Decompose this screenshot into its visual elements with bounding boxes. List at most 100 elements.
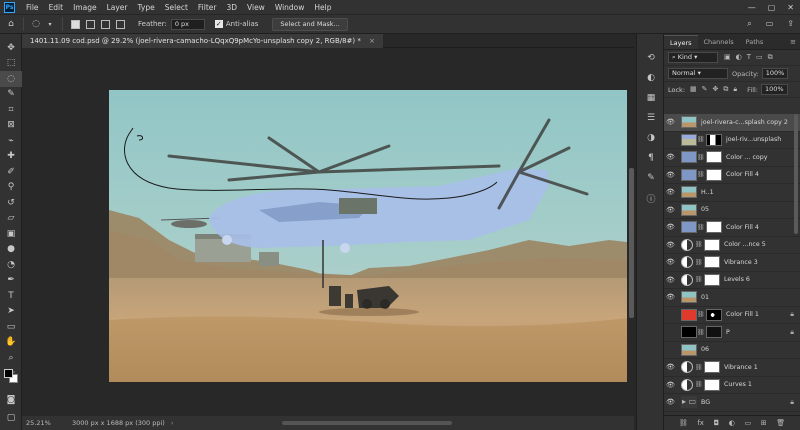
menu-view[interactable]: View — [242, 3, 270, 12]
frame-tool-icon[interactable]: ⊠ — [0, 118, 22, 134]
subtract-from-selection-icon[interactable] — [101, 19, 110, 29]
layer-name[interactable]: Curves 1 — [724, 381, 800, 388]
quick-selection-tool-icon[interactable]: ✎ — [0, 87, 22, 103]
maximize-icon[interactable]: ▢ — [768, 3, 776, 12]
layer-name[interactable]: P — [726, 329, 790, 336]
clone-stamp-icon[interactable]: ⚲ — [0, 180, 22, 196]
visibility-eye-icon[interactable]: 👁︎ — [664, 171, 677, 179]
layer-name[interactable]: Color Fill 1 — [726, 311, 790, 318]
blend-mode-select[interactable]: Normal ▾ — [668, 68, 728, 79]
menu-filter[interactable]: Filter — [193, 3, 222, 12]
chevron-down-icon[interactable]: ▾ — [43, 17, 57, 31]
tab-layers[interactable]: Layers — [664, 35, 698, 49]
layer-mask-thumbnail[interactable] — [706, 133, 722, 146]
layer-name[interactable]: BG — [701, 399, 790, 406]
menu-select[interactable]: Select — [160, 3, 193, 12]
type-filter-icon[interactable]: T — [747, 53, 751, 62]
close-icon[interactable]: × — [369, 37, 375, 45]
layer-name[interactable]: Color ... copy — [726, 154, 800, 161]
layer-row[interactable]: 👁︎ ⛓ Vibrance 3 — [664, 254, 800, 272]
visibility-eye-icon[interactable]: 👁︎ — [664, 258, 677, 266]
swatches-panel-icon[interactable]: ▦ — [637, 88, 665, 108]
eraser-tool-icon[interactable]: ▱ — [0, 211, 22, 227]
lock-image-icon[interactable]: ✎ — [702, 85, 708, 94]
lock-artboard-icon[interactable]: ⧉ — [723, 85, 728, 94]
lock-all-icon[interactable]: 🔒︎ — [733, 85, 737, 94]
layer-name[interactable]: H..1 — [701, 189, 800, 196]
visibility-eye-icon[interactable]: 👁︎ — [664, 328, 677, 336]
mask-link-icon[interactable]: ⛓ — [695, 241, 703, 248]
layer-name[interactable]: joel-rivera-c...splash copy 2 — [701, 119, 800, 126]
select-and-mask-button[interactable]: Select and Mask... — [272, 17, 348, 31]
layer-name[interactable]: joel-riv...unsplash — [726, 136, 800, 143]
visibility-eye-icon[interactable]: 👁︎ — [664, 293, 677, 301]
adjustment-icon[interactable] — [681, 378, 693, 391]
adjustments-panel-icon[interactable]: ◑ — [637, 128, 665, 148]
new-adjustment-icon[interactable]: ◐ — [729, 419, 735, 427]
trash-icon[interactable]: 🗑︎ — [776, 419, 785, 427]
minimize-icon[interactable]: — — [748, 3, 756, 12]
healing-brush-icon[interactable]: ✚ — [0, 149, 22, 165]
mask-link-icon[interactable]: ⛓ — [697, 224, 705, 231]
paragraph-panel-icon[interactable]: ¶ — [637, 148, 665, 168]
layer-row[interactable]: 👁︎ ⛓ P🔒︎ — [664, 324, 800, 342]
layer-thumbnail[interactable] — [681, 186, 697, 199]
layer-row[interactable]: 👁︎ ⛓ Vibrance 1 — [664, 359, 800, 377]
tab-paths[interactable]: Paths — [740, 35, 770, 49]
menu-layer[interactable]: Layer — [102, 3, 133, 12]
layer-mask-thumbnail[interactable] — [704, 256, 720, 269]
smart-object-filter-icon[interactable]: ⧉ — [768, 53, 773, 62]
rectangle-tool-icon[interactable]: ▭ — [0, 319, 22, 335]
layer-mask-thumbnail[interactable] — [704, 361, 720, 374]
adjustment-icon[interactable] — [681, 361, 693, 374]
layer-thumbnail[interactable] — [681, 221, 697, 234]
layer-row[interactable]: 👁︎ ▸ ▭ BG 🔒︎ — [664, 394, 800, 412]
adjustment-icon[interactable] — [681, 273, 693, 286]
layer-mask-thumbnail[interactable] — [706, 308, 722, 321]
layer-row[interactable]: 👁︎ ⛓ Color ...nce 5 — [664, 237, 800, 254]
antialias-checkbox[interactable]: ✓ — [214, 20, 223, 28]
new-selection-icon[interactable] — [71, 19, 80, 29]
workspace-icon[interactable]: ▭ — [766, 19, 774, 29]
menu-window[interactable]: Window — [270, 3, 310, 12]
mask-link-icon[interactable]: ⛓ — [695, 381, 703, 388]
layer-thumbnail[interactable] — [681, 308, 697, 321]
info-arrow-icon[interactable]: › — [171, 419, 174, 427]
layer-thumbnail[interactable] — [681, 133, 697, 146]
mask-link-icon[interactable]: ⛓ — [695, 276, 703, 283]
tab-channels[interactable]: Channels — [698, 35, 740, 49]
crop-tool-icon[interactable]: ⌗ — [0, 102, 22, 118]
layer-thumbnail[interactable] — [681, 168, 697, 181]
lasso-tool-icon[interactable]: ◌ — [0, 71, 22, 87]
opacity-input[interactable]: 100% — [761, 68, 789, 79]
layer-name[interactable]: Color ...nce 5 — [724, 241, 800, 248]
screen-mode-icon[interactable]: ▢ — [0, 410, 22, 426]
layer-mask-thumbnail[interactable] — [706, 221, 722, 234]
color-panel-icon[interactable]: ◐ — [637, 68, 665, 88]
layer-name[interactable]: Levels 6 — [724, 276, 800, 283]
pixel-filter-icon[interactable]: ▣ — [724, 53, 731, 62]
menu-file[interactable]: File — [21, 3, 44, 12]
menu-3d[interactable]: 3D — [221, 3, 242, 12]
mask-link-icon[interactable]: ⛓ — [695, 364, 703, 371]
folder-icon[interactable]: ▸ ▭ — [681, 396, 697, 409]
fx-icon[interactable]: fx — [697, 419, 704, 427]
type-tool-icon[interactable]: T — [0, 288, 22, 304]
shape-filter-icon[interactable]: ▭ — [756, 53, 763, 62]
layer-name[interactable]: Vibrance 1 — [724, 364, 800, 371]
visibility-eye-icon[interactable]: 👁︎ — [664, 206, 677, 214]
visibility-eye-icon[interactable]: 👁︎ — [664, 381, 677, 389]
menu-help[interactable]: Help — [309, 3, 336, 12]
path-selection-icon[interactable]: ➤ — [0, 304, 22, 320]
pen-tool-icon[interactable]: ✒ — [0, 273, 22, 289]
layer-mask-thumbnail[interactable] — [706, 151, 722, 164]
brush-tool-icon[interactable]: ✐ — [0, 164, 22, 180]
visibility-eye-icon[interactable]: 👁︎ — [664, 136, 677, 144]
lock-transparent-icon[interactable]: ▦ — [690, 85, 697, 94]
layer-row[interactable]: 👁︎ ⛓ Levels 6 — [664, 272, 800, 289]
adjustment-filter-icon[interactable]: ◐ — [736, 53, 742, 62]
horizontal-scrollbar[interactable] — [282, 421, 452, 425]
visibility-eye-icon[interactable]: 👁︎ — [664, 188, 677, 196]
visibility-eye-icon[interactable]: 👁︎ — [664, 346, 677, 354]
add-to-selection-icon[interactable] — [86, 19, 95, 29]
